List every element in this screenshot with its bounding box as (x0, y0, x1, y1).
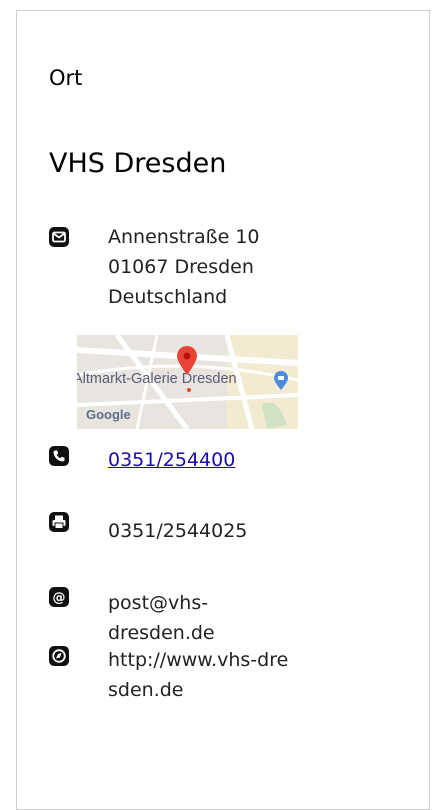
address-city: 01067 Dresden (108, 256, 254, 278)
phone-icon (49, 446, 69, 466)
address-street: Annenstraße 10 (108, 226, 260, 248)
address-text: Annenstraße 10 01067 Dresden Deutschland (108, 222, 260, 312)
envelope-icon (49, 227, 69, 247)
map-thumbnail[interactable]: Altmarkt-Galerie Dresden Google (77, 335, 298, 429)
svg-text:@: @ (53, 591, 66, 606)
website-line-1: http://www.vhs-dre (108, 649, 289, 671)
phone-link[interactable]: 0351/254400 (108, 449, 235, 471)
website-line-2: sden.de (108, 679, 184, 701)
at-icon: @ (49, 587, 69, 607)
organization-name: VHS Dresden (49, 148, 227, 179)
email-line-2: dresden.de (108, 622, 215, 644)
phone-text: 0351/254400 (108, 445, 235, 475)
email-line-1: post@vhs- (108, 592, 209, 614)
fax-text: 0351/2544025 (108, 520, 248, 542)
fax-icon (49, 512, 69, 532)
globe-icon (49, 646, 69, 666)
website-text: http://www.vhs-dre sden.de (108, 645, 288, 705)
map-pin-icon (177, 346, 197, 375)
section-title: Ort (49, 66, 83, 90)
email-text: post@vhs- dresden.de (108, 588, 215, 648)
address-country: Deutschland (108, 286, 228, 308)
google-logo: Google (86, 407, 131, 422)
map-place-label: Altmarkt-Galerie Dresden (77, 371, 237, 387)
shopping-pin-icon (274, 371, 288, 390)
